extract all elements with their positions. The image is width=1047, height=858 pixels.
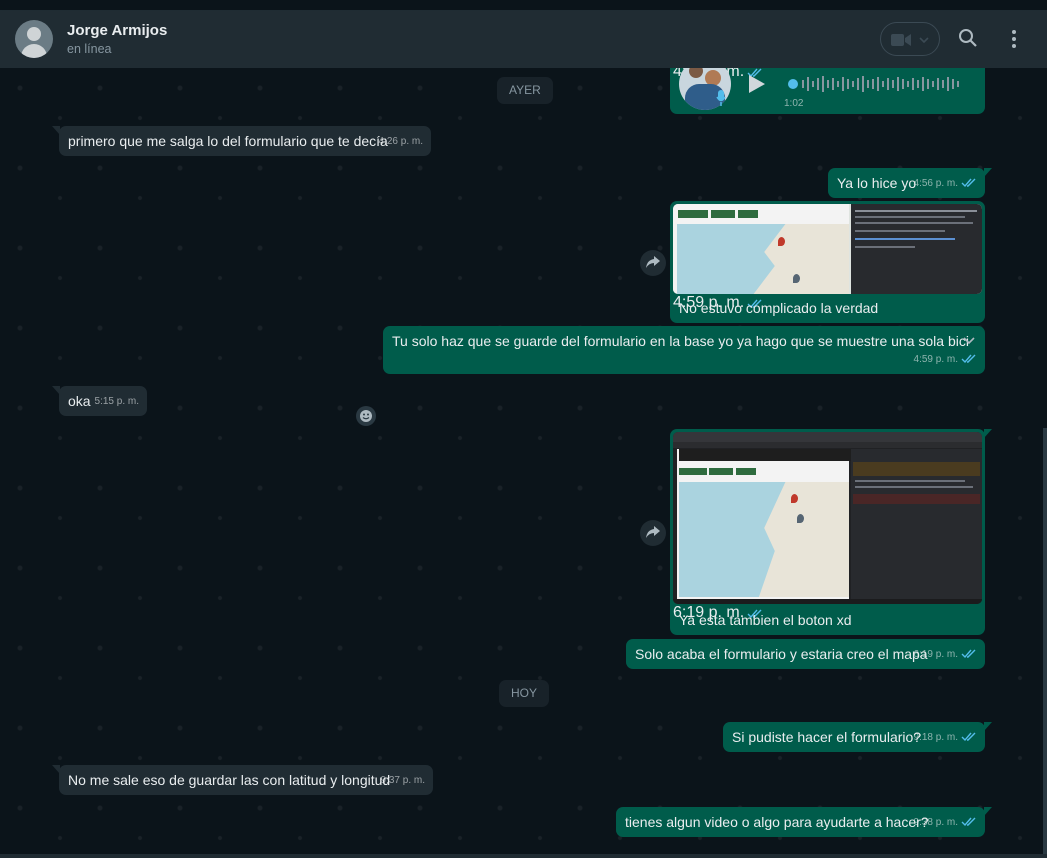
read-ticks-icon xyxy=(961,354,976,364)
contact-avatar[interactable] xyxy=(15,20,53,58)
message-outgoing[interactable]: Si pudiste hacer el formulario? 9:18 p. … xyxy=(723,722,992,752)
message-text: oka xyxy=(68,393,91,409)
message-outgoing[interactable]: Tu solo haz que se guarde del formulario… xyxy=(383,326,985,374)
message-text: tienes algun video o algo para ayudarte … xyxy=(625,814,929,830)
message-time: 9:18 p. m. xyxy=(914,728,977,747)
image-message[interactable]: Ya esta tambien el boton xd 6:19 p. m. xyxy=(670,429,992,635)
read-ticks-icon xyxy=(961,649,976,659)
window-top-strip xyxy=(0,0,1047,11)
screenshot-thumbnail[interactable] xyxy=(673,432,982,604)
chevron-down-icon[interactable] xyxy=(963,337,975,345)
forward-button[interactable] xyxy=(640,520,666,546)
composer-edge xyxy=(0,854,1047,858)
contact-status: en línea xyxy=(67,42,112,56)
message-list[interactable]: 1:02 4:00 p. m. AYER primero que me salg… xyxy=(0,68,1047,858)
date-chip-today: HOY xyxy=(499,680,550,707)
read-ticks-icon xyxy=(961,817,976,827)
voice-waveform[interactable] xyxy=(788,74,966,94)
forward-button[interactable] xyxy=(640,250,666,276)
message-text: No me sale eso de guardar las con latitu… xyxy=(68,772,391,788)
message-text: Tu solo haz que se guarde del formulario… xyxy=(392,333,969,349)
contact-name[interactable]: Jorge Armijos xyxy=(67,22,167,39)
emoji-icon xyxy=(360,410,372,422)
scrollbar[interactable] xyxy=(1043,428,1047,858)
message-outgoing[interactable]: Solo acaba el formulario y estaria creo … xyxy=(626,639,985,669)
image-caption: No estuvo complicado la verdad xyxy=(679,300,879,316)
message-outgoing[interactable]: Ya lo hice yo 4:56 p. m. xyxy=(828,168,992,198)
audio-message[interactable]: 1:02 4:00 p. m. xyxy=(670,68,985,114)
message-text: Si pudiste hacer el formulario? xyxy=(732,729,922,745)
screenshot-thumbnail[interactable] xyxy=(673,204,982,294)
message-incoming[interactable]: No me sale eso de guardar las con latitu… xyxy=(52,765,433,795)
video-call-icon xyxy=(891,34,911,46)
message-time: 5:15 p. m. xyxy=(94,396,139,407)
image-message[interactable]: No estuvo complicado la verdad 4:59 p. m… xyxy=(670,201,985,323)
message-time: 4:59 p. m. xyxy=(914,350,977,369)
message-time: 6:19 p. m. xyxy=(914,645,977,664)
chevron-down-icon xyxy=(919,37,929,43)
message-time: 9:37 p. m. xyxy=(380,775,425,786)
message-time: 4:26 p. m. xyxy=(378,136,423,147)
video-call-button[interactable] xyxy=(880,22,940,56)
message-text: Solo acaba el formulario y estaria creo … xyxy=(635,646,928,662)
avatar-body xyxy=(21,44,47,58)
avatar-head xyxy=(27,27,41,41)
forward-icon xyxy=(646,526,660,538)
search-icon[interactable] xyxy=(958,28,978,48)
message-time: 4:56 p. m. xyxy=(914,174,977,193)
menu-icon[interactable] xyxy=(1011,29,1017,49)
read-ticks-icon xyxy=(961,178,976,188)
react-emoji-button[interactable] xyxy=(356,406,376,426)
read-ticks-icon xyxy=(961,732,976,742)
message-incoming[interactable]: primero que me salga lo del formulario q… xyxy=(52,126,431,156)
play-icon[interactable] xyxy=(748,74,766,94)
audio-duration: 1:02 xyxy=(784,98,804,109)
microphone-icon xyxy=(716,90,726,106)
message-text: primero que me salga lo del formulario q… xyxy=(68,133,388,149)
chat-header: Jorge Armijos en línea xyxy=(0,11,1047,68)
forward-icon xyxy=(646,256,660,268)
message-outgoing[interactable]: tienes algun video o algo para ayudarte … xyxy=(616,807,992,837)
message-time: 9:38 p. m. xyxy=(914,813,977,832)
date-chip-yesterday: AYER xyxy=(497,77,553,104)
image-caption: Ya esta tambien el boton xd xyxy=(679,612,852,628)
message-incoming[interactable]: oka 5:15 p. m. xyxy=(52,386,147,416)
message-text: Ya lo hice yo xyxy=(837,175,917,191)
